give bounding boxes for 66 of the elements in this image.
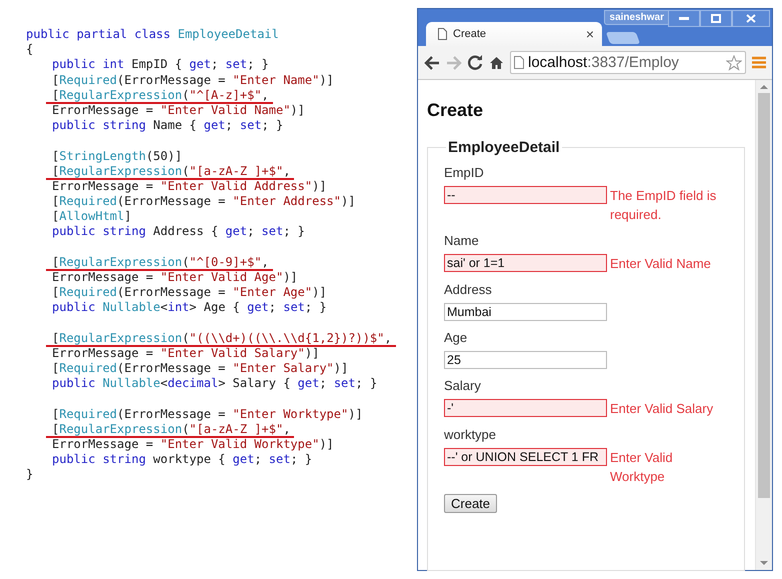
code-line: ErrorMessage = "Enter Valid Age")] xyxy=(52,270,298,286)
code-line: public Nullable<int> Age { get; set; } xyxy=(52,300,327,316)
code-line: ErrorMessage = "Enter Valid Worktype")] xyxy=(52,437,334,452)
code-line: [AllowHtml] xyxy=(52,209,132,224)
text-field[interactable]: --' or UNION SELECT 1 FR xyxy=(444,448,607,466)
code-line: { xyxy=(26,42,34,58)
code-line: ErrorMessage = "Enter Valid Name")] xyxy=(52,102,305,118)
menu-icon[interactable] xyxy=(752,56,766,69)
field-label: Address xyxy=(444,282,492,297)
field-label: Age xyxy=(444,330,468,345)
code-line: [RegularExpression("^[A-z]+$", xyxy=(46,88,273,104)
code-line: [RegularExpression("[a-zA-Z ]+$", xyxy=(46,164,294,180)
page-icon xyxy=(438,28,447,40)
new-tab-button[interactable] xyxy=(606,32,640,44)
field-label: Salary xyxy=(444,378,481,393)
scrollbar[interactable] xyxy=(755,80,772,570)
code-line: public partial class EmployeeDetail xyxy=(26,27,279,42)
code-line: [Required(ErrorMessage = "Enter Name")] xyxy=(52,72,334,88)
code-line: [RegularExpression("((\\d+)((\\.\\d{1,2})?))$", xyxy=(46,332,396,347)
code-line: public string Address { get; set; } xyxy=(52,224,305,240)
minimize-icon xyxy=(679,16,689,20)
text-field[interactable]: -- xyxy=(444,186,607,204)
close-icon xyxy=(746,14,756,23)
field-label: Name xyxy=(444,233,479,248)
code-line: [Required(ErrorMessage = "Enter Worktype")] xyxy=(52,406,363,422)
create-button[interactable]: Create xyxy=(444,494,498,513)
reload-icon[interactable] xyxy=(468,55,483,70)
page-heading: Create xyxy=(427,100,484,121)
tab-close-button[interactable]: × xyxy=(586,26,594,42)
text-field[interactable]: 25 xyxy=(444,351,607,369)
code-line: } xyxy=(26,467,34,483)
code-line: [StringLength(50)] xyxy=(52,148,182,164)
down-arrow-icon[interactable] xyxy=(760,560,768,566)
code-line: [Required(ErrorMessage = "Enter Address")] xyxy=(52,194,356,210)
code-line: [Required(ErrorMessage = "Enter Age")] xyxy=(52,285,327,300)
browser-tab[interactable]: Create × xyxy=(426,22,602,46)
maximize-icon xyxy=(711,14,721,23)
code-line: ErrorMessage = "Enter Valid Salary")] xyxy=(52,346,320,362)
fieldset-legend: EmployeeDetail xyxy=(446,139,562,156)
text-field[interactable]: -' xyxy=(444,399,607,417)
validation-message: Enter Valid Name xyxy=(610,255,712,273)
code-line: public int EmpID { get; set; } xyxy=(52,57,269,73)
validation-message: Enter Valid Salary xyxy=(610,400,714,418)
home-icon[interactable] xyxy=(489,56,504,70)
code-line: [Required(ErrorMessage = "Enter Salary")] xyxy=(52,361,348,376)
code-line: public string Name { get; set; } xyxy=(52,118,284,134)
close-button[interactable] xyxy=(732,10,770,27)
validation-message: Enter Valid Worktype xyxy=(610,449,674,486)
up-arrow-icon[interactable] xyxy=(760,84,768,90)
code-line: [RegularExpression("[a-zA-Z ]+$", xyxy=(46,422,294,438)
validation-message: The EmpID field is required. xyxy=(610,187,718,224)
text-field[interactable]: sai' or 1=1 xyxy=(444,254,607,272)
code-line: public Nullable<decimal> Salary { get; set; } xyxy=(52,376,378,392)
maximize-button[interactable] xyxy=(700,10,732,27)
field-label: worktype xyxy=(444,427,496,442)
code-line: ErrorMessage = "Enter Valid Address")] xyxy=(52,178,327,194)
field-label: EmpID xyxy=(444,165,484,180)
forward-icon[interactable] xyxy=(446,56,462,70)
star-icon[interactable] xyxy=(726,54,742,70)
page-icon xyxy=(514,56,524,69)
code-line: [RegularExpression("^[0-9]+$", xyxy=(46,256,273,272)
minimize-button[interactable] xyxy=(668,10,700,27)
code-line: public string worktype { get; set; } xyxy=(52,452,312,468)
back-icon[interactable] xyxy=(424,56,440,70)
address-bar[interactable]: localhost:3837/Employ xyxy=(510,51,746,74)
text-field[interactable]: Mumbai xyxy=(444,303,607,321)
